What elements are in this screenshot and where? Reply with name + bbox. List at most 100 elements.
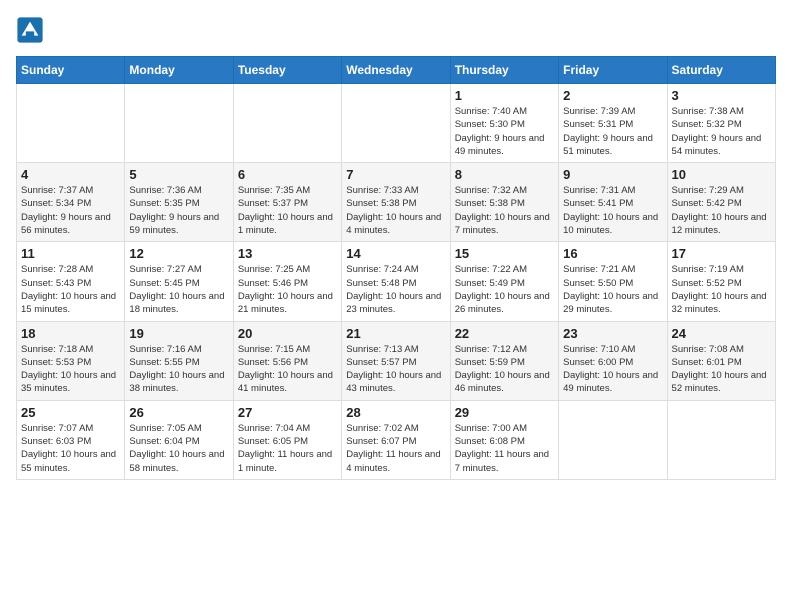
calendar-cell <box>342 84 450 163</box>
calendar-week-row: 25 Sunrise: 7:07 AM Sunset: 6:03 PM Dayli… <box>17 400 776 479</box>
day-info: Sunrise: 7:07 AM Sunset: 6:03 PM Dayligh… <box>21 422 120 475</box>
calendar-week-row: 18 Sunrise: 7:18 AM Sunset: 5:53 PM Dayli… <box>17 321 776 400</box>
calendar-cell: 9 Sunrise: 7:31 AM Sunset: 5:41 PM Daylig… <box>559 163 667 242</box>
day-info: Sunrise: 7:27 AM Sunset: 5:45 PM Dayligh… <box>129 263 228 316</box>
day-number: 28 <box>346 405 445 420</box>
day-info: Sunrise: 7:02 AM Sunset: 6:07 PM Dayligh… <box>346 422 445 475</box>
day-info: Sunrise: 7:38 AM Sunset: 5:32 PM Dayligh… <box>672 105 771 158</box>
calendar-cell: 6 Sunrise: 7:35 AM Sunset: 5:37 PM Daylig… <box>233 163 341 242</box>
weekday-header: Sunday <box>17 57 125 84</box>
weekday-header: Monday <box>125 57 233 84</box>
day-number: 18 <box>21 326 120 341</box>
calendar-cell: 3 Sunrise: 7:38 AM Sunset: 5:32 PM Daylig… <box>667 84 775 163</box>
calendar-cell: 17 Sunrise: 7:19 AM Sunset: 5:52 PM Dayli… <box>667 242 775 321</box>
calendar-cell: 5 Sunrise: 7:36 AM Sunset: 5:35 PM Daylig… <box>125 163 233 242</box>
day-info: Sunrise: 7:37 AM Sunset: 5:34 PM Dayligh… <box>21 184 120 237</box>
calendar-week-row: 1 Sunrise: 7:40 AM Sunset: 5:30 PM Daylig… <box>17 84 776 163</box>
day-number: 1 <box>455 88 554 103</box>
day-number: 16 <box>563 246 662 261</box>
day-number: 21 <box>346 326 445 341</box>
calendar-cell: 7 Sunrise: 7:33 AM Sunset: 5:38 PM Daylig… <box>342 163 450 242</box>
day-info: Sunrise: 7:15 AM Sunset: 5:56 PM Dayligh… <box>238 343 337 396</box>
calendar-cell: 1 Sunrise: 7:40 AM Sunset: 5:30 PM Daylig… <box>450 84 558 163</box>
page-header <box>16 16 776 44</box>
calendar-cell <box>233 84 341 163</box>
day-number: 29 <box>455 405 554 420</box>
day-number: 24 <box>672 326 771 341</box>
calendar-cell: 10 Sunrise: 7:29 AM Sunset: 5:42 PM Dayli… <box>667 163 775 242</box>
calendar-week-row: 4 Sunrise: 7:37 AM Sunset: 5:34 PM Daylig… <box>17 163 776 242</box>
weekday-header: Saturday <box>667 57 775 84</box>
weekday-header: Thursday <box>450 57 558 84</box>
day-info: Sunrise: 7:05 AM Sunset: 6:04 PM Dayligh… <box>129 422 228 475</box>
day-number: 7 <box>346 167 445 182</box>
day-info: Sunrise: 7:19 AM Sunset: 5:52 PM Dayligh… <box>672 263 771 316</box>
day-info: Sunrise: 7:10 AM Sunset: 6:00 PM Dayligh… <box>563 343 662 396</box>
day-info: Sunrise: 7:35 AM Sunset: 5:37 PM Dayligh… <box>238 184 337 237</box>
day-number: 17 <box>672 246 771 261</box>
calendar-cell: 11 Sunrise: 7:28 AM Sunset: 5:43 PM Dayli… <box>17 242 125 321</box>
day-info: Sunrise: 7:28 AM Sunset: 5:43 PM Dayligh… <box>21 263 120 316</box>
day-number: 3 <box>672 88 771 103</box>
weekday-header: Tuesday <box>233 57 341 84</box>
calendar-cell: 12 Sunrise: 7:27 AM Sunset: 5:45 PM Dayli… <box>125 242 233 321</box>
calendar-cell: 21 Sunrise: 7:13 AM Sunset: 5:57 PM Dayli… <box>342 321 450 400</box>
day-number: 25 <box>21 405 120 420</box>
day-info: Sunrise: 7:13 AM Sunset: 5:57 PM Dayligh… <box>346 343 445 396</box>
day-number: 26 <box>129 405 228 420</box>
calendar-cell: 15 Sunrise: 7:22 AM Sunset: 5:49 PM Dayli… <box>450 242 558 321</box>
day-info: Sunrise: 7:24 AM Sunset: 5:48 PM Dayligh… <box>346 263 445 316</box>
day-info: Sunrise: 7:33 AM Sunset: 5:38 PM Dayligh… <box>346 184 445 237</box>
calendar-cell: 26 Sunrise: 7:05 AM Sunset: 6:04 PM Dayli… <box>125 400 233 479</box>
day-info: Sunrise: 7:40 AM Sunset: 5:30 PM Dayligh… <box>455 105 554 158</box>
calendar-cell <box>125 84 233 163</box>
day-info: Sunrise: 7:32 AM Sunset: 5:38 PM Dayligh… <box>455 184 554 237</box>
day-info: Sunrise: 7:36 AM Sunset: 5:35 PM Dayligh… <box>129 184 228 237</box>
day-number: 22 <box>455 326 554 341</box>
calendar-week-row: 11 Sunrise: 7:28 AM Sunset: 5:43 PM Dayli… <box>17 242 776 321</box>
calendar-cell <box>17 84 125 163</box>
day-number: 9 <box>563 167 662 182</box>
calendar-table: SundayMondayTuesdayWednesdayThursdayFrid… <box>16 56 776 480</box>
day-info: Sunrise: 7:08 AM Sunset: 6:01 PM Dayligh… <box>672 343 771 396</box>
calendar-cell: 19Sunrise: 7:16 AM Sunset: 5:55 PM Dayli… <box>125 321 233 400</box>
day-info: Sunrise: 7:25 AM Sunset: 5:46 PM Dayligh… <box>238 263 337 316</box>
day-number: 6 <box>238 167 337 182</box>
calendar-cell <box>667 400 775 479</box>
day-number: 11 <box>21 246 120 261</box>
day-info: Sunrise: 7:22 AM Sunset: 5:49 PM Dayligh… <box>455 263 554 316</box>
calendar-cell: 2Sunrise: 7:39 AM Sunset: 5:31 PM Daylig… <box>559 84 667 163</box>
day-info: Sunrise: 7:18 AM Sunset: 5:53 PM Dayligh… <box>21 343 120 396</box>
day-number: 23 <box>563 326 662 341</box>
day-number: 4 <box>21 167 120 182</box>
weekday-header: Wednesday <box>342 57 450 84</box>
day-number: 14 <box>346 246 445 261</box>
calendar-cell: 4 Sunrise: 7:37 AM Sunset: 5:34 PM Daylig… <box>17 163 125 242</box>
calendar-cell: 27 Sunrise: 7:04 AM Sunset: 6:05 PM Dayli… <box>233 400 341 479</box>
day-info: Sunrise: 7:29 AM Sunset: 5:42 PM Dayligh… <box>672 184 771 237</box>
calendar-cell: 20 Sunrise: 7:15 AM Sunset: 5:56 PM Dayli… <box>233 321 341 400</box>
calendar-cell: 14 Sunrise: 7:24 AM Sunset: 5:48 PM Dayli… <box>342 242 450 321</box>
day-info: Sunrise: 7:31 AM Sunset: 5:41 PM Dayligh… <box>563 184 662 237</box>
weekday-header: Friday <box>559 57 667 84</box>
day-number: 10 <box>672 167 771 182</box>
day-number: 8 <box>455 167 554 182</box>
day-number: 19 <box>129 326 228 341</box>
day-info: Sunrise: 7:21 AM Sunset: 5:50 PM Dayligh… <box>563 263 662 316</box>
calendar-cell: 29Sunrise: 7:00 AM Sunset: 6:08 PM Dayli… <box>450 400 558 479</box>
calendar-cell: 16 Sunrise: 7:21 AM Sunset: 5:50 PM Dayli… <box>559 242 667 321</box>
day-info: Sunrise: 7:04 AM Sunset: 6:05 PM Dayligh… <box>238 422 337 475</box>
logo-icon <box>16 16 44 44</box>
day-number: 27 <box>238 405 337 420</box>
day-number: 12 <box>129 246 228 261</box>
day-info: Sunrise: 7:12 AM Sunset: 5:59 PM Dayligh… <box>455 343 554 396</box>
calendar-cell: 18 Sunrise: 7:18 AM Sunset: 5:53 PM Dayli… <box>17 321 125 400</box>
day-number: 20 <box>238 326 337 341</box>
day-number: 5 <box>129 167 228 182</box>
calendar-cell: 8 Sunrise: 7:32 AM Sunset: 5:38 PM Daylig… <box>450 163 558 242</box>
day-number: 2 <box>563 88 662 103</box>
calendar-cell: 28 Sunrise: 7:02 AM Sunset: 6:07 PM Dayli… <box>342 400 450 479</box>
calendar-header-row: SundayMondayTuesdayWednesdayThursdayFrid… <box>17 57 776 84</box>
calendar-cell <box>559 400 667 479</box>
day-number: 15 <box>455 246 554 261</box>
